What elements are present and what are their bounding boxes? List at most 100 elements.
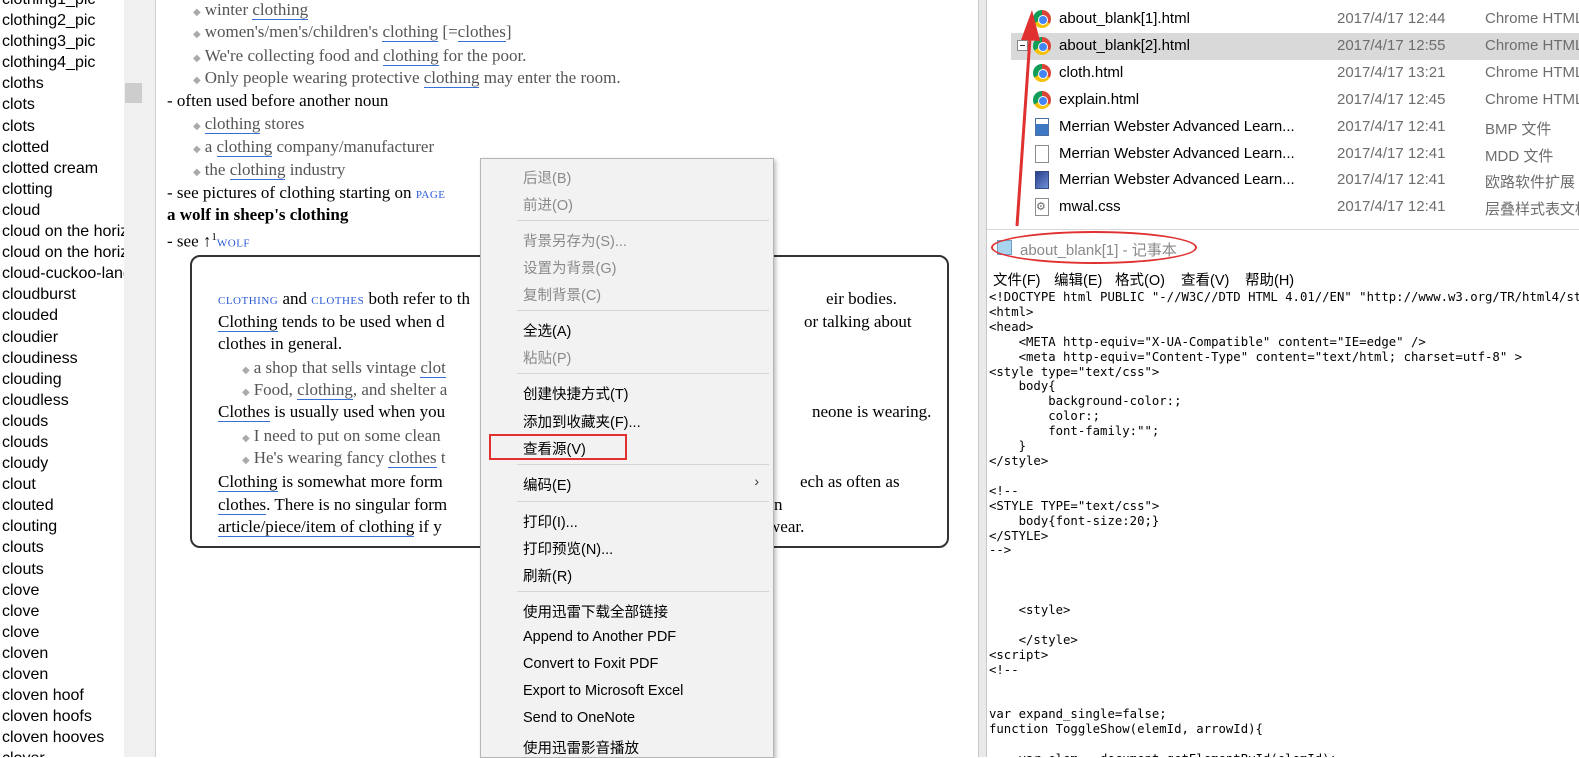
example-sentence: ◆ women's/men's/children's clothing [=clo… [193, 22, 512, 42]
context-menu-item[interactable]: 编码(E) [523, 474, 571, 495]
headword-item[interactable]: cloud on the horizon [0, 242, 124, 263]
headword-item[interactable]: clouting [0, 516, 124, 537]
context-menu-item[interactable]: 添加到收藏夹(F)... [523, 411, 641, 432]
headword-item[interactable]: cloven hoof [0, 685, 124, 706]
headword-item[interactable]: clove [0, 580, 124, 601]
headword-item[interactable]: clots [0, 94, 124, 115]
headword-item[interactable]: clouds [0, 411, 124, 432]
context-menu-item[interactable]: 使用迅雷下载全部链接 [523, 601, 668, 622]
file-row[interactable]: Merrian Webster Advanced Learn... 2017/4/… [1011, 114, 1579, 141]
file-row[interactable]: mwal.css 2017/4/17 12:41 层叠样式表文档 [1011, 194, 1579, 221]
headword-list[interactable]: clothing1_picclothing2_picclothing3_picc… [0, 0, 124, 757]
context-menu-item[interactable]: 打印(I)... [523, 511, 578, 532]
headword-item[interactable]: clothing1_pic [0, 0, 124, 10]
headword-item[interactable]: cloudless [0, 390, 124, 411]
headword-item[interactable]: clots [0, 116, 124, 137]
headword-item[interactable]: clover [0, 748, 124, 757]
keyword-link[interactable]: clothes [457, 22, 506, 42]
headword-item[interactable]: cloven [0, 664, 124, 685]
notepad-menu-item[interactable]: 查看(V) [1181, 269, 1229, 290]
keyword-link[interactable]: clothing [204, 114, 261, 134]
keyword-link[interactable]: clothing [229, 160, 286, 180]
context-menu-item[interactable]: 创建快捷方式(T) [523, 383, 629, 404]
headword-item[interactable]: cloud-cuckoo-land [0, 263, 124, 284]
context-menu-item[interactable]: Append to Another PDF [523, 629, 676, 645]
notepad-menu-item[interactable]: 编辑(E) [1054, 269, 1102, 290]
context-menu-item[interactable]: 后退(B) [523, 167, 571, 188]
wolf-link[interactable]: WOLF [217, 238, 250, 250]
pane-splitter[interactable] [143, 0, 156, 757]
headword-item[interactable]: clotted [0, 137, 124, 158]
headword-item[interactable]: clothing4_pic [0, 52, 124, 73]
headword-item[interactable]: clove [0, 622, 124, 643]
headword-item[interactable]: cloudy [0, 453, 124, 474]
headword-item[interactable]: cloudburst [0, 284, 124, 305]
context-menu-item[interactable]: 粘贴(P) [523, 347, 571, 368]
context-menu-item[interactable]: 刷新(R) [523, 565, 572, 586]
file-row[interactable]: cloth.html 2017/4/17 13:21 Chrome HTML [1011, 60, 1579, 87]
headword-item[interactable]: cloven [0, 643, 124, 664]
pane-splitter[interactable] [978, 0, 987, 757]
headword-item[interactable]: cloths [0, 73, 124, 94]
headword-item[interactable]: cloudiness [0, 348, 124, 369]
keyword-link[interactable]: clothing [252, 0, 309, 20]
headword-item[interactable]: clove [0, 601, 124, 622]
bullet-diamond-icon: ◆ [193, 29, 201, 40]
notepad-menu-bar[interactable]: 文件(F) 编辑(E) 格式(O) 查看(V) 帮助(H) [987, 264, 1579, 290]
headword-item[interactable]: clout [0, 474, 124, 495]
headword-list-scrollbar[interactable] [124, 0, 143, 757]
file-row[interactable]: Merrian Webster Advanced Learn... 2017/4/… [1011, 141, 1579, 168]
notepad-menu-item[interactable]: 格式(O) [1115, 269, 1165, 290]
headword-item[interactable]: cloven hoofs [0, 706, 124, 727]
keyword-link[interactable]: clothing [382, 46, 439, 66]
file-explorer-list[interactable]: about_blank[1].html 2017/4/17 12:44 Chrome… [987, 0, 1579, 228]
headword-item[interactable]: clothing2_pic [0, 10, 124, 31]
headword-item[interactable]: clouding [0, 369, 124, 390]
headword-item[interactable]: clouts [0, 537, 124, 558]
context-menu-item[interactable]: 全选(A) [523, 320, 571, 341]
headword-item[interactable]: cloud [0, 200, 124, 221]
menu-separator [517, 501, 769, 502]
keyword-link[interactable]: clothing [423, 68, 480, 88]
context-menu-item[interactable]: 背景另存为(S)... [523, 230, 627, 251]
headword-item[interactable]: clouds [0, 432, 124, 453]
notepad-text-area[interactable]: <!DOCTYPE html PUBLIC "-//W3C//DTD HTML … [989, 290, 1579, 757]
headword-item[interactable]: clouded [0, 305, 124, 326]
bullet-diamond-icon: ◆ [193, 167, 201, 178]
menu-separator [517, 591, 769, 592]
headword-item[interactable]: clotting [0, 179, 124, 200]
headword-item[interactable]: clouts [0, 559, 124, 580]
context-menu-item[interactable]: Export to Microsoft Excel [523, 683, 683, 699]
headword-item[interactable]: clouted [0, 495, 124, 516]
file-row[interactable]: about_blank[1].html 2017/4/17 12:44 Chrome… [1011, 6, 1579, 33]
chrome-icon [1033, 90, 1051, 109]
notepad-menu-item[interactable]: 帮助(H) [1245, 269, 1294, 290]
scrollbar-thumb[interactable] [125, 83, 142, 103]
example-sentence: ◆ We're collecting food and clothing for … [193, 46, 527, 66]
file-name: about_blank[1].html [1059, 10, 1190, 27]
context-menu-item[interactable]: 前进(O) [523, 194, 573, 215]
context-menu-item[interactable]: 打印预览(N)... [523, 538, 613, 559]
example-sentence: ◆ Only people wearing protective clothing… [193, 68, 621, 88]
headword-item[interactable]: cloud on the horizon [0, 221, 124, 242]
context-menu-item[interactable]: 使用迅雷影音播放 [523, 737, 639, 758]
context-menu-item[interactable]: 复制背景(C) [523, 284, 601, 305]
file-type: BMP 文件 [1485, 120, 1552, 138]
usage-line: clothes. There is no singular form n [218, 495, 783, 515]
context-menu-item[interactable]: 设置为背景(G) [523, 257, 616, 278]
file-row[interactable]: explain.html 2017/4/17 12:45 Chrome HTML [1011, 87, 1579, 114]
headword-item[interactable]: clotted cream [0, 158, 124, 179]
bullet-diamond-icon: ◆ [193, 121, 201, 132]
headword-item[interactable]: cloudier [0, 327, 124, 348]
notepad-menu-item[interactable]: 文件(F) [993, 269, 1041, 290]
checkbox-icon[interactable] [1017, 39, 1028, 51]
file-row[interactable]: about_blank[2].html 2017/4/17 12:55 Chrome… [1011, 32, 1579, 60]
headword-item[interactable]: clothing3_pic [0, 31, 124, 52]
headword-item[interactable]: cloven hooves [0, 727, 124, 748]
file-row[interactable]: Merrian Webster Advanced Learn... 2017/4/… [1011, 167, 1579, 194]
page-link[interactable]: PAGE [416, 189, 446, 201]
context-menu-item[interactable]: Send to OneNote [523, 710, 635, 726]
context-menu-item[interactable]: Convert to Foxit PDF [523, 656, 658, 672]
keyword-link[interactable]: clothing [382, 22, 439, 42]
keyword-link[interactable]: clothing [216, 137, 273, 157]
